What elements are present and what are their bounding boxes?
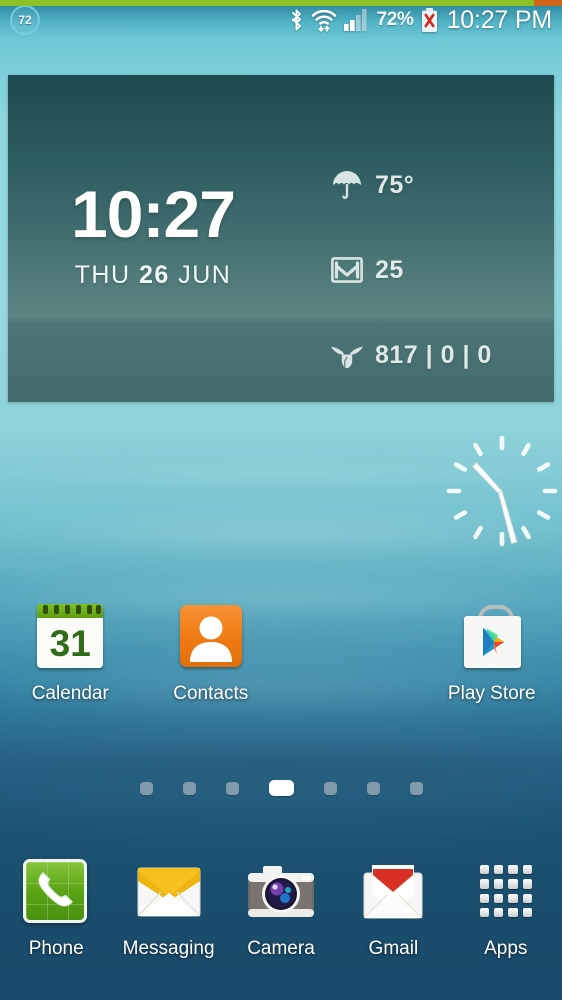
apps-grid-icon xyxy=(469,855,543,929)
dock-label-apps: Apps xyxy=(484,938,528,959)
weather-temperature: 75° xyxy=(375,170,415,199)
widget-date-month: JUN xyxy=(178,261,232,289)
status-bar[interactable]: 72 72% 10:27 PM xyxy=(0,0,562,40)
notification-count-badge[interactable]: 72 xyxy=(10,5,40,35)
dock-camera[interactable]: Camera xyxy=(225,855,337,960)
dock-label-camera: Camera xyxy=(247,938,315,959)
dock-label-messaging: Messaging xyxy=(122,938,215,959)
dock-label-phone: Phone xyxy=(28,938,84,959)
page-dot[interactable] xyxy=(225,781,239,795)
page-dot[interactable] xyxy=(366,781,380,795)
widget-date: THU 26 JUN xyxy=(8,261,298,290)
page-dot[interactable] xyxy=(182,781,196,795)
calendar-day-number: 31 xyxy=(49,623,91,664)
widget-date-number: 26 xyxy=(138,261,170,289)
status-bar-clock: 10:27 PM xyxy=(446,5,553,34)
phone-icon xyxy=(19,855,93,929)
clock-hour-hand xyxy=(471,461,503,494)
page-dot[interactable] xyxy=(139,781,153,795)
dock-phone[interactable]: Phone xyxy=(0,855,112,960)
umbrella-icon xyxy=(330,168,364,202)
top-progress-fill xyxy=(0,0,534,6)
widget-weather-row[interactable]: 75° xyxy=(330,157,492,213)
gmail-icon xyxy=(356,855,430,929)
page-dot[interactable] xyxy=(409,781,423,795)
contacts-icon xyxy=(175,600,247,672)
gmail-icon xyxy=(330,253,364,287)
app-label-play-store: Play Store xyxy=(447,683,536,704)
page-dot[interactable] xyxy=(323,781,337,795)
dock-gmail[interactable]: Gmail xyxy=(337,855,449,960)
dock-messaging[interactable]: Messaging xyxy=(112,855,224,960)
app-grid: 31 Calendar Contacts Play Store xyxy=(0,600,562,705)
calendar-icon: 31 xyxy=(34,600,106,672)
messaging-icon xyxy=(132,855,206,929)
status-bar-right: 72% 10:27 PM xyxy=(289,6,562,35)
clock-weather-widget[interactable]: 10:27 THU 26 JUN 75° 25 817 | 0 | 0 xyxy=(8,75,554,402)
dock-label-gmail: Gmail xyxy=(368,938,419,959)
widget-info-list: 75° 25 817 | 0 | 0 xyxy=(330,157,492,383)
widget-time: 10:27 xyxy=(71,177,236,251)
widget-clock[interactable]: 10:27 THU 26 JUN xyxy=(8,181,298,290)
battery-percent-label: 72% xyxy=(376,9,414,30)
home-screen: 72 72% 10:27 PM 10:27 THU 26 JUN 75° 25 … xyxy=(0,0,562,1000)
camera-icon xyxy=(244,855,318,929)
play-store-icon xyxy=(456,600,528,672)
status-bar-left: 72 xyxy=(0,5,289,35)
dock-apps[interactable]: Apps xyxy=(450,855,562,960)
app-calendar[interactable]: 31 Calendar xyxy=(0,600,141,705)
widget-gmail-row[interactable]: 25 xyxy=(330,242,492,298)
bluetooth-icon xyxy=(292,9,302,31)
analog-clock-widget[interactable] xyxy=(443,432,561,552)
bird-icon xyxy=(330,338,364,372)
battery-error-icon xyxy=(421,7,437,32)
top-progress-bar xyxy=(0,0,562,6)
bird-counts: 817 | 0 | 0 xyxy=(375,340,492,369)
page-indicator[interactable] xyxy=(0,780,562,796)
gmail-unread-count: 25 xyxy=(375,255,404,284)
app-contacts[interactable]: Contacts xyxy=(141,600,282,705)
widget-bird-row[interactable]: 817 | 0 | 0 xyxy=(330,327,492,383)
page-dot-active[interactable] xyxy=(268,780,294,796)
app-play-store[interactable]: Play Store xyxy=(422,600,562,705)
signal-icon xyxy=(344,9,368,31)
app-label-contacts: Contacts xyxy=(173,683,249,704)
app-label-calendar: Calendar xyxy=(31,683,109,704)
wifi-icon xyxy=(312,9,337,32)
dock: Phone Messaging Camera Gmail Apps xyxy=(0,855,562,960)
widget-date-day: THU xyxy=(74,261,131,289)
